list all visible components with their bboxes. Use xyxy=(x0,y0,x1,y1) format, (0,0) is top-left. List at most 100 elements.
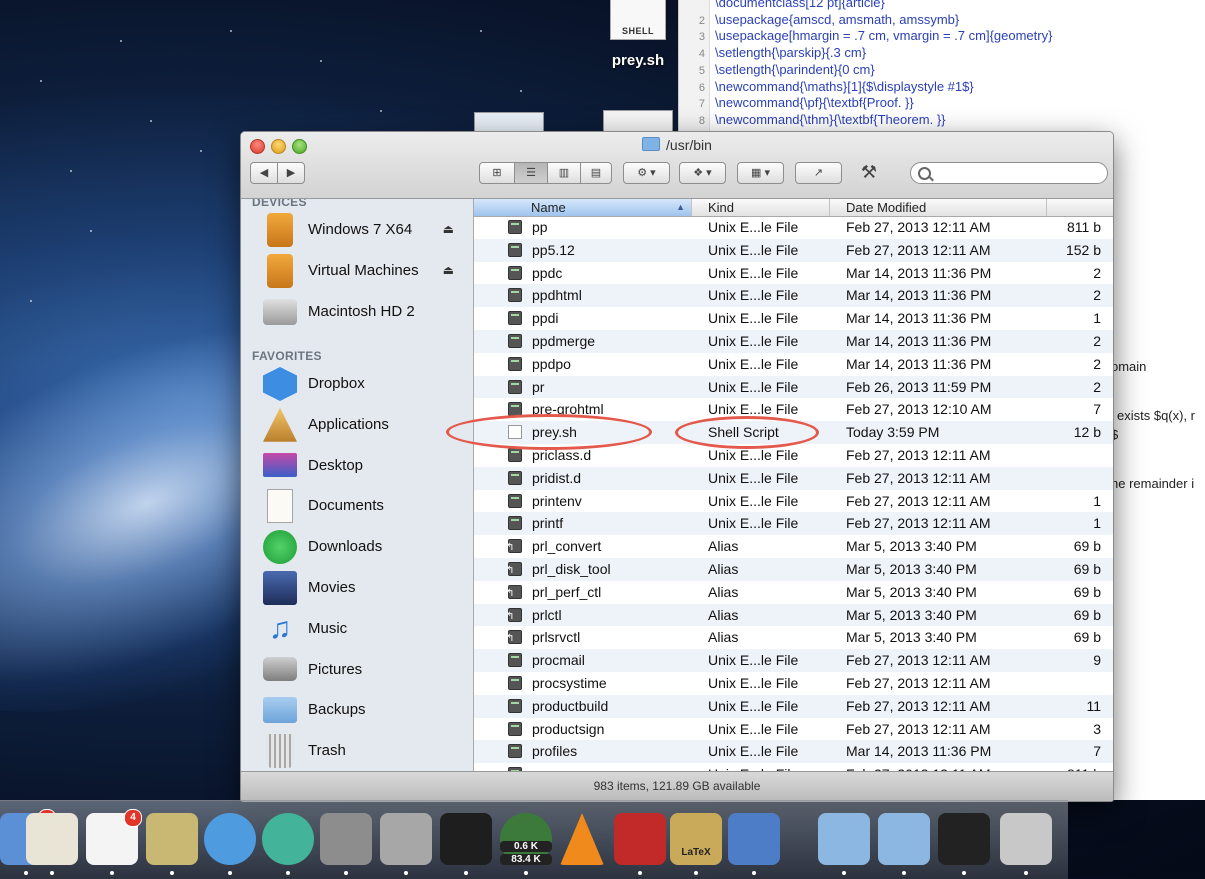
safari-icon[interactable] xyxy=(204,813,256,875)
reminders-icon[interactable]: 4 xyxy=(86,809,142,875)
table-row[interactable]: pre-grohtml Unix E...le File Feb 27, 2013 … xyxy=(474,398,1113,421)
editor-line[interactable]: 7 \newcommand{\pf}{\textbf{Proof. }} xyxy=(679,95,914,112)
applications-folder-icon[interactable] xyxy=(818,813,870,875)
disk-utility-icon[interactable] xyxy=(380,813,432,875)
table-row[interactable]: prl_convert Alias Mar 5, 2013 3:40 PM 69 b xyxy=(474,535,1113,558)
editor-line[interactable]: 4 \setlength{\parskip}{.3 cm} xyxy=(679,45,866,62)
system-preferences-icon[interactable] xyxy=(320,813,372,875)
table-row[interactable]: profiles Unix E...le File Mar 14, 2013 11:… xyxy=(474,740,1113,764)
table-row[interactable]: prlsrvctl Alias Mar 5, 2013 3:40 PM 69 b xyxy=(474,626,1113,649)
table-row[interactable]: printenv Unix E...le File Feb 27, 2013 12:… xyxy=(474,490,1113,513)
sidebar-item-dropbox[interactable]: Dropbox xyxy=(263,365,468,403)
column-header-date[interactable]: Date Modified xyxy=(830,199,1047,216)
tool-icon[interactable]: ⚒ xyxy=(853,162,885,184)
download-rate: 83.4 K xyxy=(500,854,552,865)
forward-button[interactable]: ▶ xyxy=(277,162,305,184)
sidebar-item-macintosh-hd-2[interactable]: Macintosh HD 2 xyxy=(263,293,468,331)
editor-line[interactable]: 5 \setlength{\parindent}{0 cm} xyxy=(679,62,875,79)
dock[interactable]: 340.6 K83.4 KLaTeX xyxy=(0,800,1068,879)
notes-icon[interactable] xyxy=(146,813,198,875)
table-row[interactable]: prl_perf_ctl Alias Mar 5, 2013 3:40 PM 69 b xyxy=(474,581,1113,604)
sidebar-item-downloads[interactable]: Downloads xyxy=(263,528,468,566)
table-row[interactable]: prlctl Alias Mar 5, 2013 3:40 PM 69 b xyxy=(474,603,1113,627)
sidebar-item-applications[interactable]: Applications xyxy=(263,406,468,444)
sidebar-item-trash[interactable]: Trash xyxy=(263,732,468,770)
sidebar-item-documents[interactable]: Documents xyxy=(263,487,468,525)
sidebar-item-music[interactable]: ♫ Music xyxy=(263,610,468,648)
shell-file-icon[interactable]: SHELL xyxy=(610,0,666,40)
file-name: pp xyxy=(532,219,548,235)
table-row[interactable]: pr Unix E...le File Feb 26, 2013 11:59 PM 2 xyxy=(474,375,1113,399)
star xyxy=(90,230,92,232)
utorrent-icon[interactable]: 0.6 K 83.4 K xyxy=(500,813,552,875)
sidebar-heading-favorites: FAVORITES xyxy=(252,349,322,363)
share-button[interactable]: ↗ xyxy=(795,162,842,184)
table-row[interactable]: ppdi Unix E...le File Mar 14, 2013 11:36 P… xyxy=(474,307,1113,330)
column-header-name-label: Name xyxy=(531,200,566,215)
table-row[interactable]: pp Unix E...le File Feb 27, 2013 12:11 AM 8… xyxy=(474,216,1113,239)
downloads-folder-icon[interactable] xyxy=(878,813,930,875)
desktop-file-label[interactable]: prey.sh xyxy=(600,52,676,69)
column-header-kind[interactable]: Kind xyxy=(692,199,830,216)
action-menu-button[interactable]: ⚙ ▾ xyxy=(623,162,670,184)
list-view-button[interactable]: ☰ xyxy=(514,162,548,184)
table-row[interactable]: productbuild Unix E...le File Feb 27, 2013… xyxy=(474,694,1113,718)
table-row[interactable]: priclass.d Unix E...le File Feb 27, 2013 1… xyxy=(474,444,1113,467)
editor-line[interactable]: \documentclass[12 pt]{article} xyxy=(679,0,885,12)
editor-line[interactable]: 2 \usepackage{amscd, amsmath, amssymb} xyxy=(679,12,959,29)
running-indicator xyxy=(580,871,584,875)
table-row[interactable]: prey.sh Shell Script Today 3:59 PM 12 b xyxy=(474,421,1113,444)
eject-icon[interactable]: ⏏ xyxy=(443,222,454,236)
file-date: Feb 27, 2013 12:11 AM xyxy=(846,446,991,463)
safari-alt-icon[interactable] xyxy=(262,813,314,875)
textedit-icon[interactable] xyxy=(26,813,78,875)
table-row[interactable]: procmail Unix E...le File Feb 27, 2013 12:… xyxy=(474,649,1113,672)
eject-icon[interactable]: ⏏ xyxy=(443,263,454,277)
xcode-icon[interactable] xyxy=(728,813,780,875)
latex-icon[interactable]: LaTeX xyxy=(670,813,722,875)
table-row[interactable]: ppdmerge Unix E...le File Mar 14, 2013 11:… xyxy=(474,329,1113,353)
finder-titlebar[interactable]: /usr/bin ◀ ▶ ⊞ ☰ ▥ ▤ ⚙ ▾ ❖ ▾ ▦ ▾ ↗ ⚒ xyxy=(241,132,1113,199)
star xyxy=(150,120,152,122)
coverflow-view-button[interactable]: ▤ xyxy=(580,162,612,184)
editor-line[interactable]: 6 \newcommand{\maths}[1]{$\displaystyle #… xyxy=(679,79,974,96)
sidebar-item-movies[interactable]: Movies xyxy=(263,569,468,607)
back-button[interactable]: ◀ xyxy=(250,162,278,184)
dropbox-menu-button[interactable]: ❖ ▾ xyxy=(679,162,726,184)
icon-view-button[interactable]: ⊞ xyxy=(479,162,515,184)
parallels-icon[interactable] xyxy=(614,813,666,875)
table-row[interactable]: procsystime Unix E...le File Feb 27, 2013 … xyxy=(474,672,1113,695)
table-row[interactable]: prl_disk_tool Alias Mar 5, 2013 3:40 PM 69 … xyxy=(474,557,1113,581)
table-row[interactable]: pridist.d Unix E...le File Feb 27, 2013 12… xyxy=(474,466,1113,490)
sidebar-item-virtual-machines[interactable]: Virtual Machines ⏏ xyxy=(263,252,468,290)
column-header-name[interactable]: Name ▲ xyxy=(474,199,692,216)
sidebar-item-backups[interactable]: Backups xyxy=(263,691,468,729)
editor-line[interactable]: 3 \usepackage[hmargin = .7 cm, vmargin = … xyxy=(679,28,1053,45)
table-row[interactable]: printf Unix E...le File Feb 27, 2013 12:11… xyxy=(474,512,1113,536)
finder-window[interactable]: /usr/bin ◀ ▶ ⊞ ☰ ▥ ▤ ⚙ ▾ ❖ ▾ ▦ ▾ ↗ ⚒ DEV… xyxy=(240,131,1114,802)
sidebar-item-pictures[interactable]: Pictures xyxy=(263,651,468,689)
search-field[interactable] xyxy=(910,162,1108,184)
file-name: pridist.d xyxy=(532,469,582,486)
sidebar-item-windows-7-x64[interactable]: Windows 7 X64 ⏏ xyxy=(263,211,468,249)
trash-icon[interactable] xyxy=(1000,813,1052,875)
terminal-icon[interactable] xyxy=(440,813,492,875)
vlc-icon[interactable] xyxy=(560,813,604,865)
window-title: /usr/bin xyxy=(241,137,1113,153)
file-name: pre-grohtml xyxy=(532,401,604,418)
column-view-button[interactable]: ▥ xyxy=(547,162,581,184)
sidebar[interactable]: DEVICES Windows 7 X64 ⏏ Virtual Machines ⏏ M… xyxy=(241,199,474,772)
arrange-menu-button[interactable]: ▦ ▾ xyxy=(737,162,784,184)
table-row[interactable]: ppdhtml Unix E...le File Mar 14, 2013 11:3… xyxy=(474,284,1113,308)
sidebar-item-desktop[interactable]: Desktop xyxy=(263,447,468,485)
file-list[interactable]: pp Unix E...le File Feb 27, 2013 12:11 AM 8… xyxy=(474,216,1113,772)
screen-icon[interactable] xyxy=(938,813,990,875)
search-input[interactable] xyxy=(935,165,1099,183)
table-row[interactable]: ppdc Unix E...le File Mar 14, 2013 11:36 P… xyxy=(474,262,1113,285)
editor-line[interactable]: 8 \newcommand{\thm}{\textbf{Theorem. }} xyxy=(679,112,946,129)
table-row[interactable]: pp5.12 Unix E...le File Feb 27, 2013 12:11… xyxy=(474,238,1113,262)
table-row[interactable]: productsign Unix E...le File Feb 27, 2013 … xyxy=(474,718,1113,741)
upload-rate: 0.6 K xyxy=(500,841,552,852)
column-header-size[interactable] xyxy=(1047,199,1113,216)
table-row[interactable]: ppdpo Unix E...le File Mar 14, 2013 11:36 … xyxy=(474,353,1113,376)
